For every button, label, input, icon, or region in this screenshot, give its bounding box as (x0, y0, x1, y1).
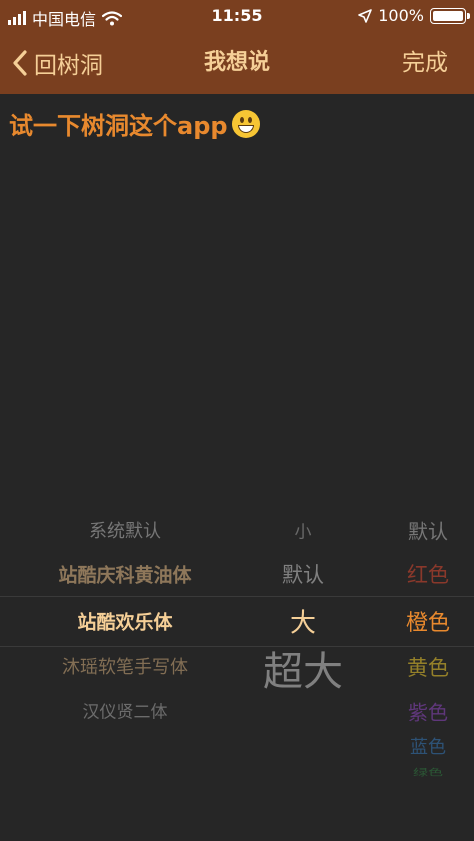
style-picker[interactable]: 系统默认 站酷庆科黄油体 站酷欢乐体 沐瑶软笔手写体 汉仪贤二体小默认大超大 默认 红色 橙色… (0, 500, 474, 800)
done-button[interactable]: 完成 (402, 32, 448, 94)
picker-fonts-option[interactable]: 沐瑶软笔手写体 (62, 653, 188, 679)
post-text: 试一下树洞这个app (9, 112, 228, 140)
battery-icon (430, 7, 470, 24)
grinning-face-emoji-icon (231, 109, 260, 138)
picker-selection-bottom-line (0, 646, 474, 647)
picker-colors-option[interactable]: 绿色 (413, 766, 443, 779)
picker-colors-option[interactable]: 默认 (408, 516, 448, 545)
picker-fonts-option[interactable]: 站酷庆科黄油体 (58, 561, 191, 588)
picker-sizes-option[interactable]: 默认 (282, 559, 324, 589)
picker-sizes-option[interactable]: 超大 (263, 639, 343, 697)
battery-percent: 100% (378, 6, 424, 25)
picker-fonts-option[interactable]: 汉仪贤二体 (83, 698, 168, 723)
picker-colors-option[interactable]: 橙色 (406, 605, 450, 637)
battery-fill (433, 10, 463, 21)
back-button[interactable]: 回树洞 (12, 32, 103, 94)
picker-colors-option[interactable]: 黄色 (407, 652, 449, 682)
nav-bar: 回树洞 我想说 完成 (0, 32, 474, 94)
chevron-left-icon (13, 50, 27, 76)
picker-colors-option[interactable]: 蓝色 (410, 733, 446, 759)
location-arrow-icon (358, 8, 373, 23)
status-bar: 中国电信 11:55 100% (0, 0, 474, 32)
picker-selection-top-line (0, 596, 474, 597)
picker-colors-option[interactable]: 红色 (407, 559, 449, 589)
post-text-editor[interactable]: 试一下树洞这个app (9, 106, 260, 141)
picker-fonts-option[interactable]: 系统默认 (89, 517, 161, 543)
picker-colors-option[interactable]: 紫色 (408, 697, 448, 726)
picker-fonts-option[interactable]: 站酷欢乐体 (77, 608, 172, 635)
back-label: 回树洞 (34, 53, 103, 79)
picker-sizes-option[interactable]: 大 (290, 603, 316, 640)
picker-sizes-option[interactable]: 小 (295, 518, 312, 543)
